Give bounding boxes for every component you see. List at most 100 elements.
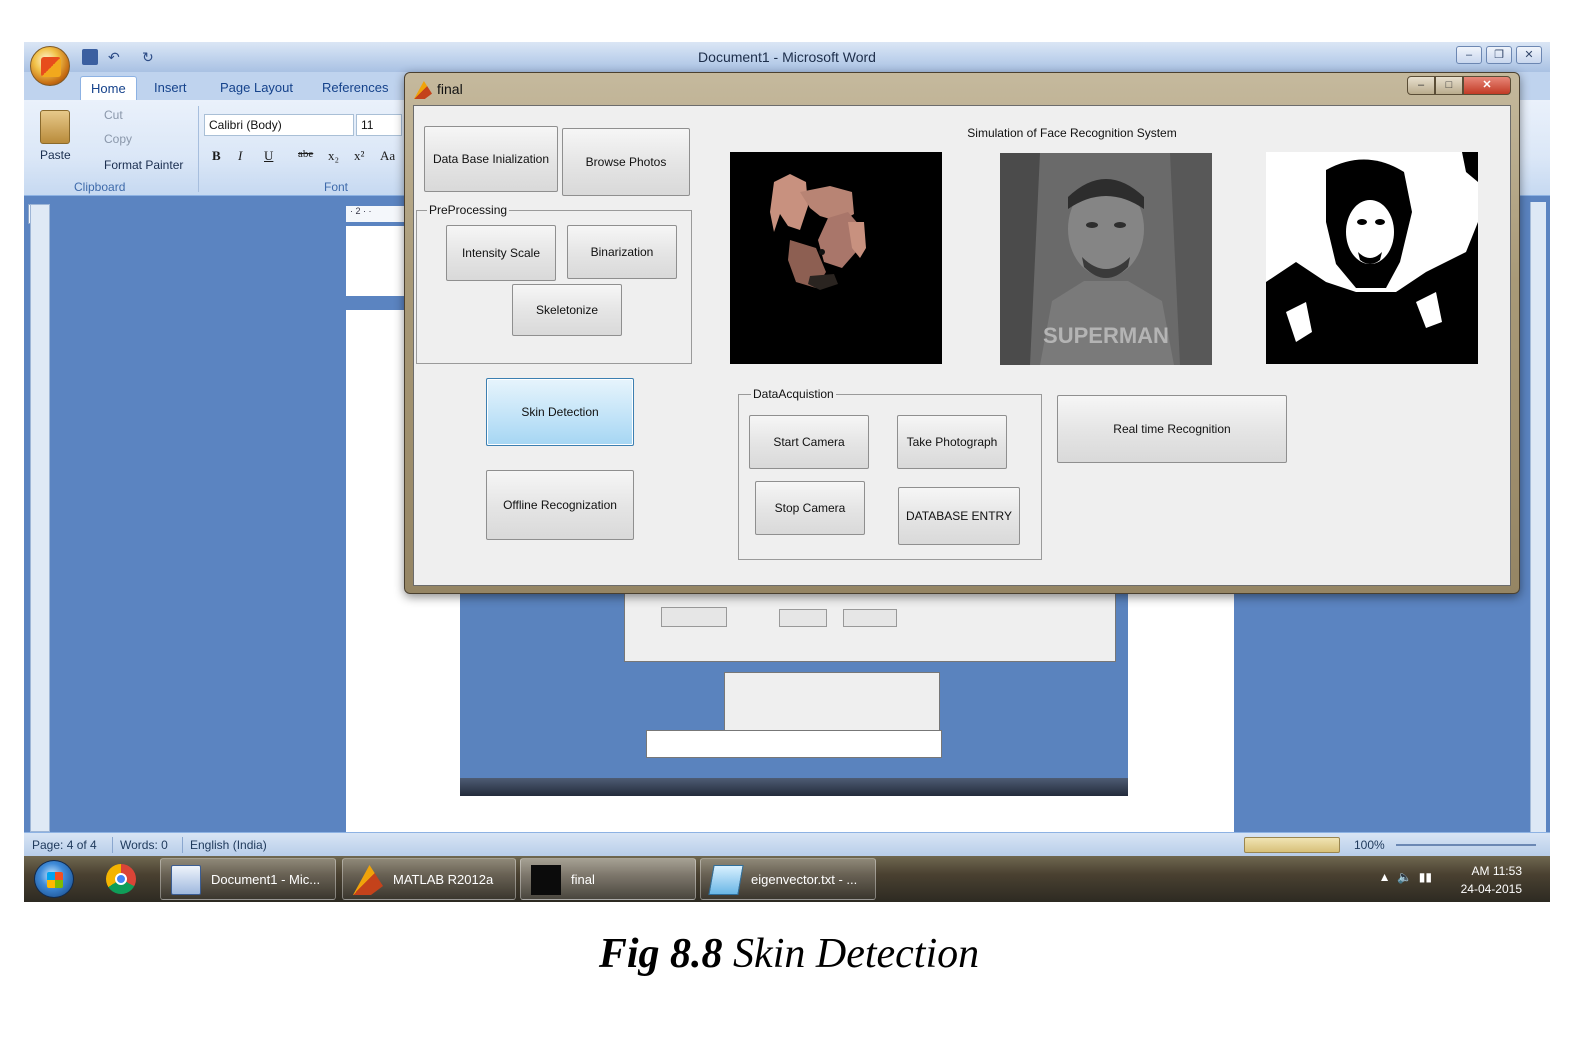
group-divider	[198, 106, 199, 192]
view-buttons[interactable]	[1244, 837, 1340, 853]
figure-caption: Fig 8.8 Skin Detection	[0, 930, 1578, 978]
redo-icon[interactable]: ↻	[142, 49, 158, 65]
offline-recognition-button[interactable]: Offline Recognization	[486, 470, 634, 540]
taskbar-item-final[interactable]: final	[520, 858, 696, 900]
intensity-scale-button[interactable]: Intensity Scale	[446, 225, 556, 281]
word-title-bar: Document1 - Microsoft Word ↶ ↻ – ❐ ✕	[24, 42, 1550, 72]
office-logo-icon	[41, 57, 61, 77]
database-entry-button[interactable]: DATABASE ENTRY	[898, 487, 1020, 545]
chrome-icon[interactable]	[106, 864, 136, 894]
status-language[interactable]: English (India)	[190, 838, 267, 852]
word-window-title: Document1 - Microsoft Word	[698, 49, 876, 65]
matlab-icon	[353, 865, 383, 895]
final-title-bar: final – □ ✕	[405, 73, 1519, 105]
embedded-gui-window	[624, 592, 1116, 662]
clock[interactable]: AM 11:53 24-04-2015	[1461, 862, 1522, 898]
tab-references[interactable]: References	[312, 76, 398, 100]
tab-home[interactable]: Home	[80, 76, 137, 100]
minimize-icon[interactable]: –	[1407, 76, 1435, 95]
taskbar-item-label: eigenvector.txt - ...	[751, 872, 858, 887]
preprocessing-panel-title: PreProcessing	[427, 203, 510, 217]
shirt-text: SUPERMAN	[1043, 323, 1169, 348]
final-window-client: Data Base Inialization Browse Photos Pre…	[413, 105, 1511, 586]
restore-icon[interactable]: ❐	[1486, 46, 1512, 64]
matlab-figure-icon	[531, 865, 561, 895]
grayscale-face-svg: SUPERMAN	[1000, 153, 1212, 365]
save-icon[interactable]	[82, 49, 98, 65]
taskbar-item-label: final	[571, 872, 595, 887]
matlab-icon	[414, 81, 432, 99]
status-words[interactable]: Words: 0	[120, 838, 168, 852]
vertical-scrollbar[interactable]	[1530, 202, 1546, 832]
status-divider	[112, 837, 113, 853]
italic-button[interactable]: I	[238, 148, 242, 164]
data-acquisition-panel-title: DataAcquistion	[751, 387, 836, 401]
undo-icon[interactable]: ↶	[108, 49, 124, 65]
vertical-ruler	[30, 204, 50, 832]
browse-photos-button[interactable]: Browse Photos	[562, 128, 690, 196]
font-size-select[interactable]: 11	[356, 114, 402, 136]
taskbar-item-notepad[interactable]: eigenvector.txt - ...	[700, 858, 876, 900]
format-painter-button[interactable]: Format Painter	[104, 158, 183, 172]
maximize-icon[interactable]: □	[1435, 76, 1463, 95]
copy-button[interactable]: Copy	[104, 132, 132, 146]
final-window-controls: – □ ✕	[1407, 76, 1511, 95]
preprocessing-panel: PreProcessing Intensity Scale Binarizati…	[416, 203, 692, 364]
taskbar-item-label: Document1 - Mic...	[211, 872, 321, 887]
underline-button[interactable]: U	[264, 148, 273, 164]
desktop-screenshot: Document1 - Microsoft Word ↶ ↻ – ❐ ✕ Hom…	[24, 42, 1550, 902]
word-window-controls: – ❐ ✕	[1456, 46, 1542, 64]
tab-page-layout[interactable]: Page Layout	[210, 76, 303, 100]
embedded-gui-window-small	[724, 672, 940, 732]
embedded-gui-window-tiny	[646, 730, 942, 758]
zoom-slider[interactable]	[1396, 844, 1536, 846]
taskbar: Document1 - Mic... MATLAB R2012a final e…	[24, 856, 1550, 902]
database-init-button[interactable]: Data Base Inialization	[424, 126, 558, 192]
data-acquisition-panel: DataAcquistion Start Camera Take Photogr…	[738, 387, 1042, 560]
strikethrough-button[interactable]: abe	[298, 148, 313, 160]
start-camera-button[interactable]: Start Camera	[749, 415, 869, 469]
paste-button[interactable]: Paste	[40, 148, 71, 162]
zoom-level[interactable]: 100%	[1354, 838, 1385, 852]
binarized-image	[1266, 152, 1478, 364]
embedded-button	[843, 609, 897, 627]
embedded-button	[779, 609, 827, 627]
status-bar: Page: 4 of 4 Words: 0 English (India) 10…	[24, 832, 1550, 856]
taskbar-item-label: MATLAB R2012a	[393, 872, 494, 887]
skin-mask-svg	[770, 174, 866, 290]
superscript-button[interactable]: x²	[354, 148, 364, 164]
clipboard-group-label: Clipboard	[74, 180, 126, 194]
close-icon[interactable]: ✕	[1516, 46, 1542, 64]
minimize-icon[interactable]: –	[1456, 46, 1482, 64]
notepad-icon	[708, 865, 744, 895]
font-name-select[interactable]: Calibri (Body)	[204, 114, 354, 136]
close-icon[interactable]: ✕	[1463, 76, 1511, 95]
system-tray[interactable]: ▲ 🔈 ▮▮	[1379, 870, 1432, 884]
paste-icon[interactable]	[40, 110, 70, 144]
change-case-button[interactable]: Aa	[380, 148, 395, 164]
grayscale-image: SUPERMAN	[1000, 153, 1212, 365]
bold-button[interactable]: B	[212, 148, 221, 164]
status-page[interactable]: Page: 4 of 4	[32, 838, 97, 852]
font-group-label: Font	[324, 180, 349, 194]
skin-detection-image	[730, 152, 942, 364]
take-photograph-button[interactable]: Take Photograph	[897, 415, 1007, 469]
skin-detection-button[interactable]: Skin Detection	[486, 378, 634, 446]
taskbar-item-matlab[interactable]: MATLAB R2012a	[342, 858, 516, 900]
embedded-taskbar	[460, 778, 1128, 796]
subscript-button[interactable]: x₂	[328, 148, 339, 164]
tab-insert[interactable]: Insert	[144, 76, 197, 100]
real-time-recognition-button[interactable]: Real time Recognition	[1057, 395, 1287, 463]
skeletonize-button[interactable]: Skeletonize	[512, 284, 622, 336]
stop-camera-button[interactable]: Stop Camera	[755, 481, 865, 535]
taskbar-item-word[interactable]: Document1 - Mic...	[160, 858, 336, 900]
cut-button[interactable]: Cut	[104, 108, 123, 122]
binarization-button[interactable]: Binarization	[567, 225, 677, 279]
status-divider	[182, 837, 183, 853]
office-button[interactable]	[30, 46, 70, 86]
document-page-top	[346, 226, 412, 296]
simulation-title: Simulation of Face Recognition System	[967, 126, 1177, 140]
start-button[interactable]	[34, 860, 74, 898]
embedded-button	[661, 607, 727, 627]
chrome-center-icon	[115, 873, 127, 885]
